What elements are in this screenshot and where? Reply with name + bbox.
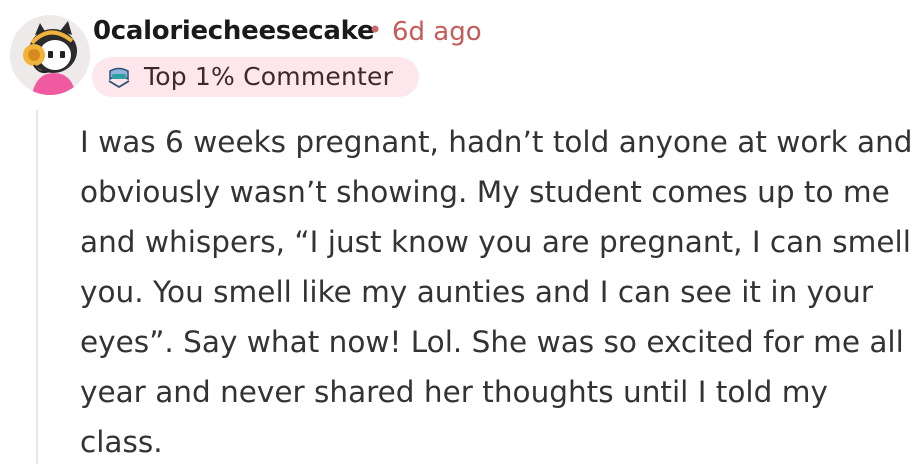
username-link[interactable]: 0caloriecheesecake xyxy=(93,16,375,46)
user-flair[interactable]: Top 1% Commenter xyxy=(92,57,419,97)
comment-body: I was 6 weeks pregnant, hadn’t told anyo… xyxy=(80,125,913,459)
commenter-badge-icon xyxy=(108,67,130,89)
avatar-icon xyxy=(10,15,90,95)
timestamp[interactable]: 6d ago xyxy=(392,17,482,47)
flair-label: Top 1% Commenter xyxy=(144,62,394,91)
meta-separator: • xyxy=(368,16,383,44)
comment: 0caloriecheesecake • 6d ago Top 1% Comme… xyxy=(0,0,919,464)
avatar[interactable] xyxy=(10,15,90,95)
thread-line[interactable] xyxy=(36,110,38,464)
